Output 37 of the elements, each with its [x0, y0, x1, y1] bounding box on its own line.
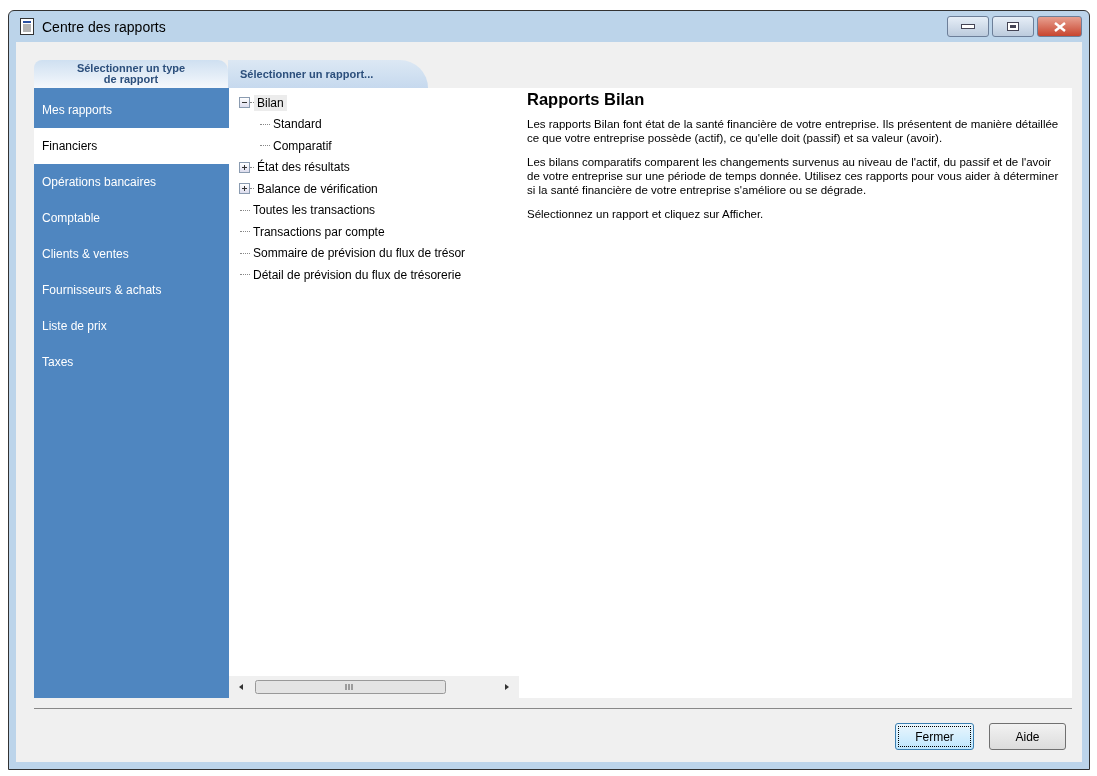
maximize-icon: [1007, 22, 1019, 31]
sidebar-item[interactable]: Fournisseurs & achats: [34, 272, 229, 308]
tree-item[interactable]: Transactions par compte: [250, 223, 388, 240]
sidebar-item[interactable]: Clients & ventes: [34, 236, 229, 272]
description-paragraph: Les rapports Bilan font état de la santé financière de votre entreprise. Ils présentent de manière détaillée ce que votre entreprise possède (actif), ce qu'elle doit (passif) et sa valeur (avoir).: [527, 117, 1060, 145]
description-paragraph: Sélectionnez un rapport et cliquez sur Afficher.: [527, 207, 765, 221]
sidebar-item[interactable]: Comptable: [34, 200, 229, 236]
expand-icon[interactable]: [239, 161, 250, 173]
tab[interactable]: Sélectionner un type de rapport: [34, 60, 228, 88]
sidebar-item[interactable]: Mes rapports: [34, 92, 229, 128]
expand-icon[interactable]: [239, 183, 250, 195]
report-icon: [20, 18, 34, 35]
tree-item[interactable]: Standard: [270, 116, 325, 133]
horizontal-scrollbar[interactable]: [229, 676, 519, 698]
sidebar-item[interactable]: Opérations bancaires: [34, 164, 229, 200]
minimize-button[interactable]: [947, 16, 989, 37]
sidebar-item[interactable]: Financiers: [34, 128, 229, 164]
sidebar-item[interactable]: Taxes: [34, 344, 229, 380]
tree-item[interactable]: Comparatif: [270, 137, 335, 154]
maximize-button[interactable]: [992, 16, 1034, 37]
collapse-icon[interactable]: [239, 97, 250, 109]
tree-item[interactable]: Sommaire de prévision du flux de trésor: [250, 245, 469, 262]
close-icon: [1053, 21, 1066, 32]
close-dialog-button[interactable]: Fermer: [895, 723, 974, 750]
description-title: Rapports Bilan: [527, 90, 646, 109]
description-paragraph: Les bilans comparatifs comparent les changements survenus au niveau de l'actif, du passif et de l'avoir de votre entreprise sur une période de temps donnée. Utilisez ces rapports pour vous aider à déterminer si la santé financière de votre entreprise s'améliore ou se dégrade.: [527, 155, 1060, 197]
window-title: Centre des rapports: [42, 18, 166, 35]
help-button[interactable]: Aide: [989, 723, 1066, 750]
tree-item[interactable]: Balance de vérification: [254, 180, 381, 197]
tab[interactable]: Sélectionner un rapport...: [228, 60, 428, 88]
tree-item[interactable]: Détail de prévision du flux de trésorerie: [250, 266, 465, 283]
sidebar-item[interactable]: Liste de prix: [34, 308, 229, 344]
tree-item[interactable]: Bilan: [254, 94, 287, 111]
tree-item[interactable]: Toutes les transactions: [250, 202, 379, 219]
close-button[interactable]: [1037, 16, 1082, 37]
tree-item[interactable]: État des résultats: [254, 159, 353, 176]
minimize-icon: [961, 23, 975, 30]
